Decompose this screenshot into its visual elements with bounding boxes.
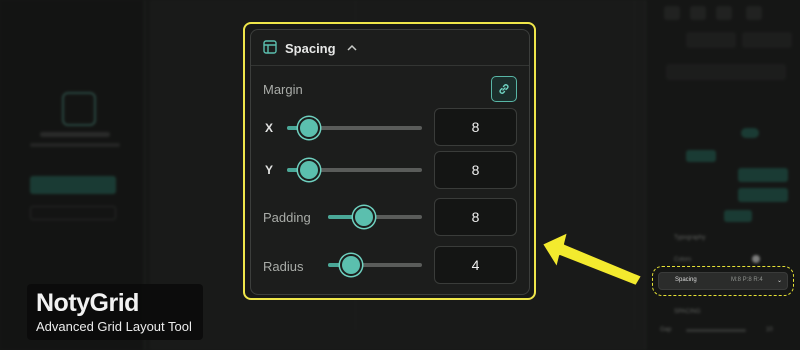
radius-input[interactable]: 4	[434, 246, 517, 284]
spacing-row-highlight[interactable]: Spacing M:8 P:8 R:4 ⌄	[652, 266, 794, 296]
left-secondary-button[interactable]	[30, 206, 116, 220]
gap-slider[interactable]	[686, 329, 746, 332]
option-chip[interactable]	[686, 150, 716, 162]
radius-label: Radius	[263, 259, 304, 274]
margin-label: Margin	[263, 82, 303, 97]
right-panel: Typography Colors SPACING Gap 10	[645, 0, 800, 350]
option-chip[interactable]	[738, 188, 788, 202]
left-primary-button[interactable]	[30, 176, 116, 194]
left-placeholder-line	[30, 143, 120, 147]
margin-y-input[interactable]: 8	[434, 151, 517, 189]
mode-toggle[interactable]	[666, 64, 786, 80]
slider-thumb[interactable]	[339, 254, 362, 276]
spacing-section-title: SPACING	[674, 309, 701, 315]
spacing-popup: Spacing Margin X 8 Y 8 Padding 8 Radius …	[250, 29, 530, 295]
margin-y-label: Y	[265, 163, 274, 177]
chevron-up-icon[interactable]	[346, 42, 358, 54]
margin-y-slider[interactable]	[287, 159, 422, 181]
padding-input[interactable]: 8	[434, 198, 517, 236]
spacing-row-summary: M:8 P:8 R:4	[731, 277, 763, 283]
color-swatch[interactable]	[752, 255, 760, 263]
align-button[interactable]	[746, 6, 762, 20]
brand-badge: NotyGrid Advanced Grid Layout Tool	[27, 284, 203, 340]
colors-label: Colors	[674, 257, 692, 263]
spacing-row[interactable]: Spacing M:8 P:8 R:4 ⌄	[658, 272, 788, 290]
brand-name: NotyGrid	[36, 289, 139, 317]
toggle-switch[interactable]	[741, 128, 759, 138]
popup-title: Spacing	[285, 41, 336, 56]
margin-x-input[interactable]: 8	[434, 108, 517, 146]
size-field[interactable]	[686, 32, 736, 48]
margin-x-label: X	[265, 121, 274, 135]
option-chip[interactable]	[724, 210, 752, 222]
align-button[interactable]	[664, 6, 680, 20]
link-icon	[499, 84, 509, 94]
gap-value: 10	[766, 327, 773, 333]
radius-slider[interactable]	[328, 254, 422, 276]
spacing-row-label: Spacing	[675, 277, 697, 283]
left-placeholder-line	[40, 132, 110, 137]
slider-thumb[interactable]	[297, 159, 320, 181]
layout-icon	[263, 40, 277, 54]
slider-thumb[interactable]	[352, 206, 375, 228]
padding-label: Padding	[263, 210, 311, 225]
empty-state-icon	[62, 92, 96, 126]
margin-x-slider[interactable]	[287, 117, 422, 139]
align-button[interactable]	[690, 6, 706, 20]
slider-thumb[interactable]	[297, 117, 320, 139]
padding-slider[interactable]	[328, 206, 422, 228]
typography-label: Typography	[674, 235, 706, 241]
align-button[interactable]	[716, 6, 732, 20]
size-field[interactable]	[742, 32, 792, 48]
link-values-button[interactable]	[491, 76, 517, 102]
brand-tagline: Advanced Grid Layout Tool	[36, 319, 192, 334]
gap-label: Gap	[660, 327, 672, 333]
option-chip[interactable]	[738, 168, 788, 182]
callout-arrow-icon	[541, 231, 643, 287]
chevron-down-icon[interactable]: ⌄	[777, 277, 782, 284]
popup-header[interactable]: Spacing	[251, 30, 529, 66]
